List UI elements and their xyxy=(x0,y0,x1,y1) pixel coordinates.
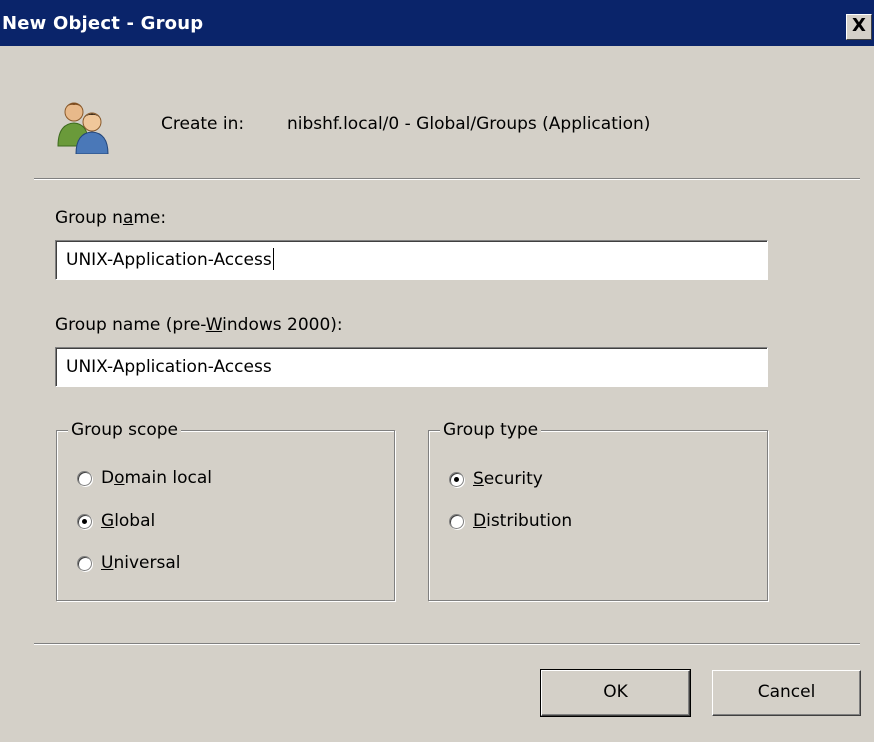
radio-distribution-circle[interactable] xyxy=(449,513,464,529)
window-title: New Object - Group xyxy=(2,13,204,34)
radio-global-label: Global xyxy=(101,511,156,531)
ok-button[interactable]: OK xyxy=(540,669,691,717)
radio-domain-local-circle[interactable] xyxy=(77,470,92,486)
group-name-label: Group name: xyxy=(55,208,167,228)
group-scope-legend: Group scope xyxy=(68,419,182,441)
group-name-prewin-label: Group name (pre-Windows 2000): xyxy=(55,315,343,335)
radio-domain-local[interactable]: Domain local xyxy=(77,468,212,488)
radio-universal-label: Universal xyxy=(101,553,181,573)
group-users-icon xyxy=(52,98,116,155)
radio-global[interactable]: Global xyxy=(77,511,155,531)
radio-security[interactable]: Security xyxy=(449,469,543,489)
group-scope-box: Group scope Domain local Global Universa… xyxy=(56,419,395,601)
group-name-prewin-value: UNIX-Application-Access xyxy=(66,357,272,377)
radio-distribution-label: Distribution xyxy=(473,511,573,531)
radio-security-label: Security xyxy=(473,469,543,489)
create-in-path: nibshf.local/0 - Global/Groups (Applicat… xyxy=(287,114,651,134)
separator xyxy=(34,643,860,645)
radio-domain-local-label: Domain local xyxy=(101,468,212,488)
radio-security-circle[interactable] xyxy=(449,471,464,487)
title-bar[interactable]: New Object - Group X xyxy=(0,0,874,46)
text-caret xyxy=(272,247,274,270)
radio-distribution[interactable]: Distribution xyxy=(449,511,572,531)
radio-global-circle[interactable] xyxy=(77,513,92,529)
close-button[interactable]: X xyxy=(846,14,872,40)
group-name-value: UNIX-Application-Access xyxy=(66,250,272,270)
radio-universal-circle[interactable] xyxy=(77,555,92,571)
separator xyxy=(34,178,860,180)
radio-universal[interactable]: Universal xyxy=(77,553,180,573)
group-type-legend: Group type xyxy=(440,419,542,441)
close-icon: X xyxy=(852,15,866,36)
group-name-prewin-input[interactable]: UNIX-Application-Access xyxy=(55,347,768,387)
cancel-button[interactable]: Cancel xyxy=(712,670,861,716)
group-type-box: Group type Security Distribution xyxy=(428,419,768,601)
group-name-input[interactable]: UNIX-Application-Access xyxy=(55,240,768,280)
create-in-label: Create in: xyxy=(161,114,245,134)
